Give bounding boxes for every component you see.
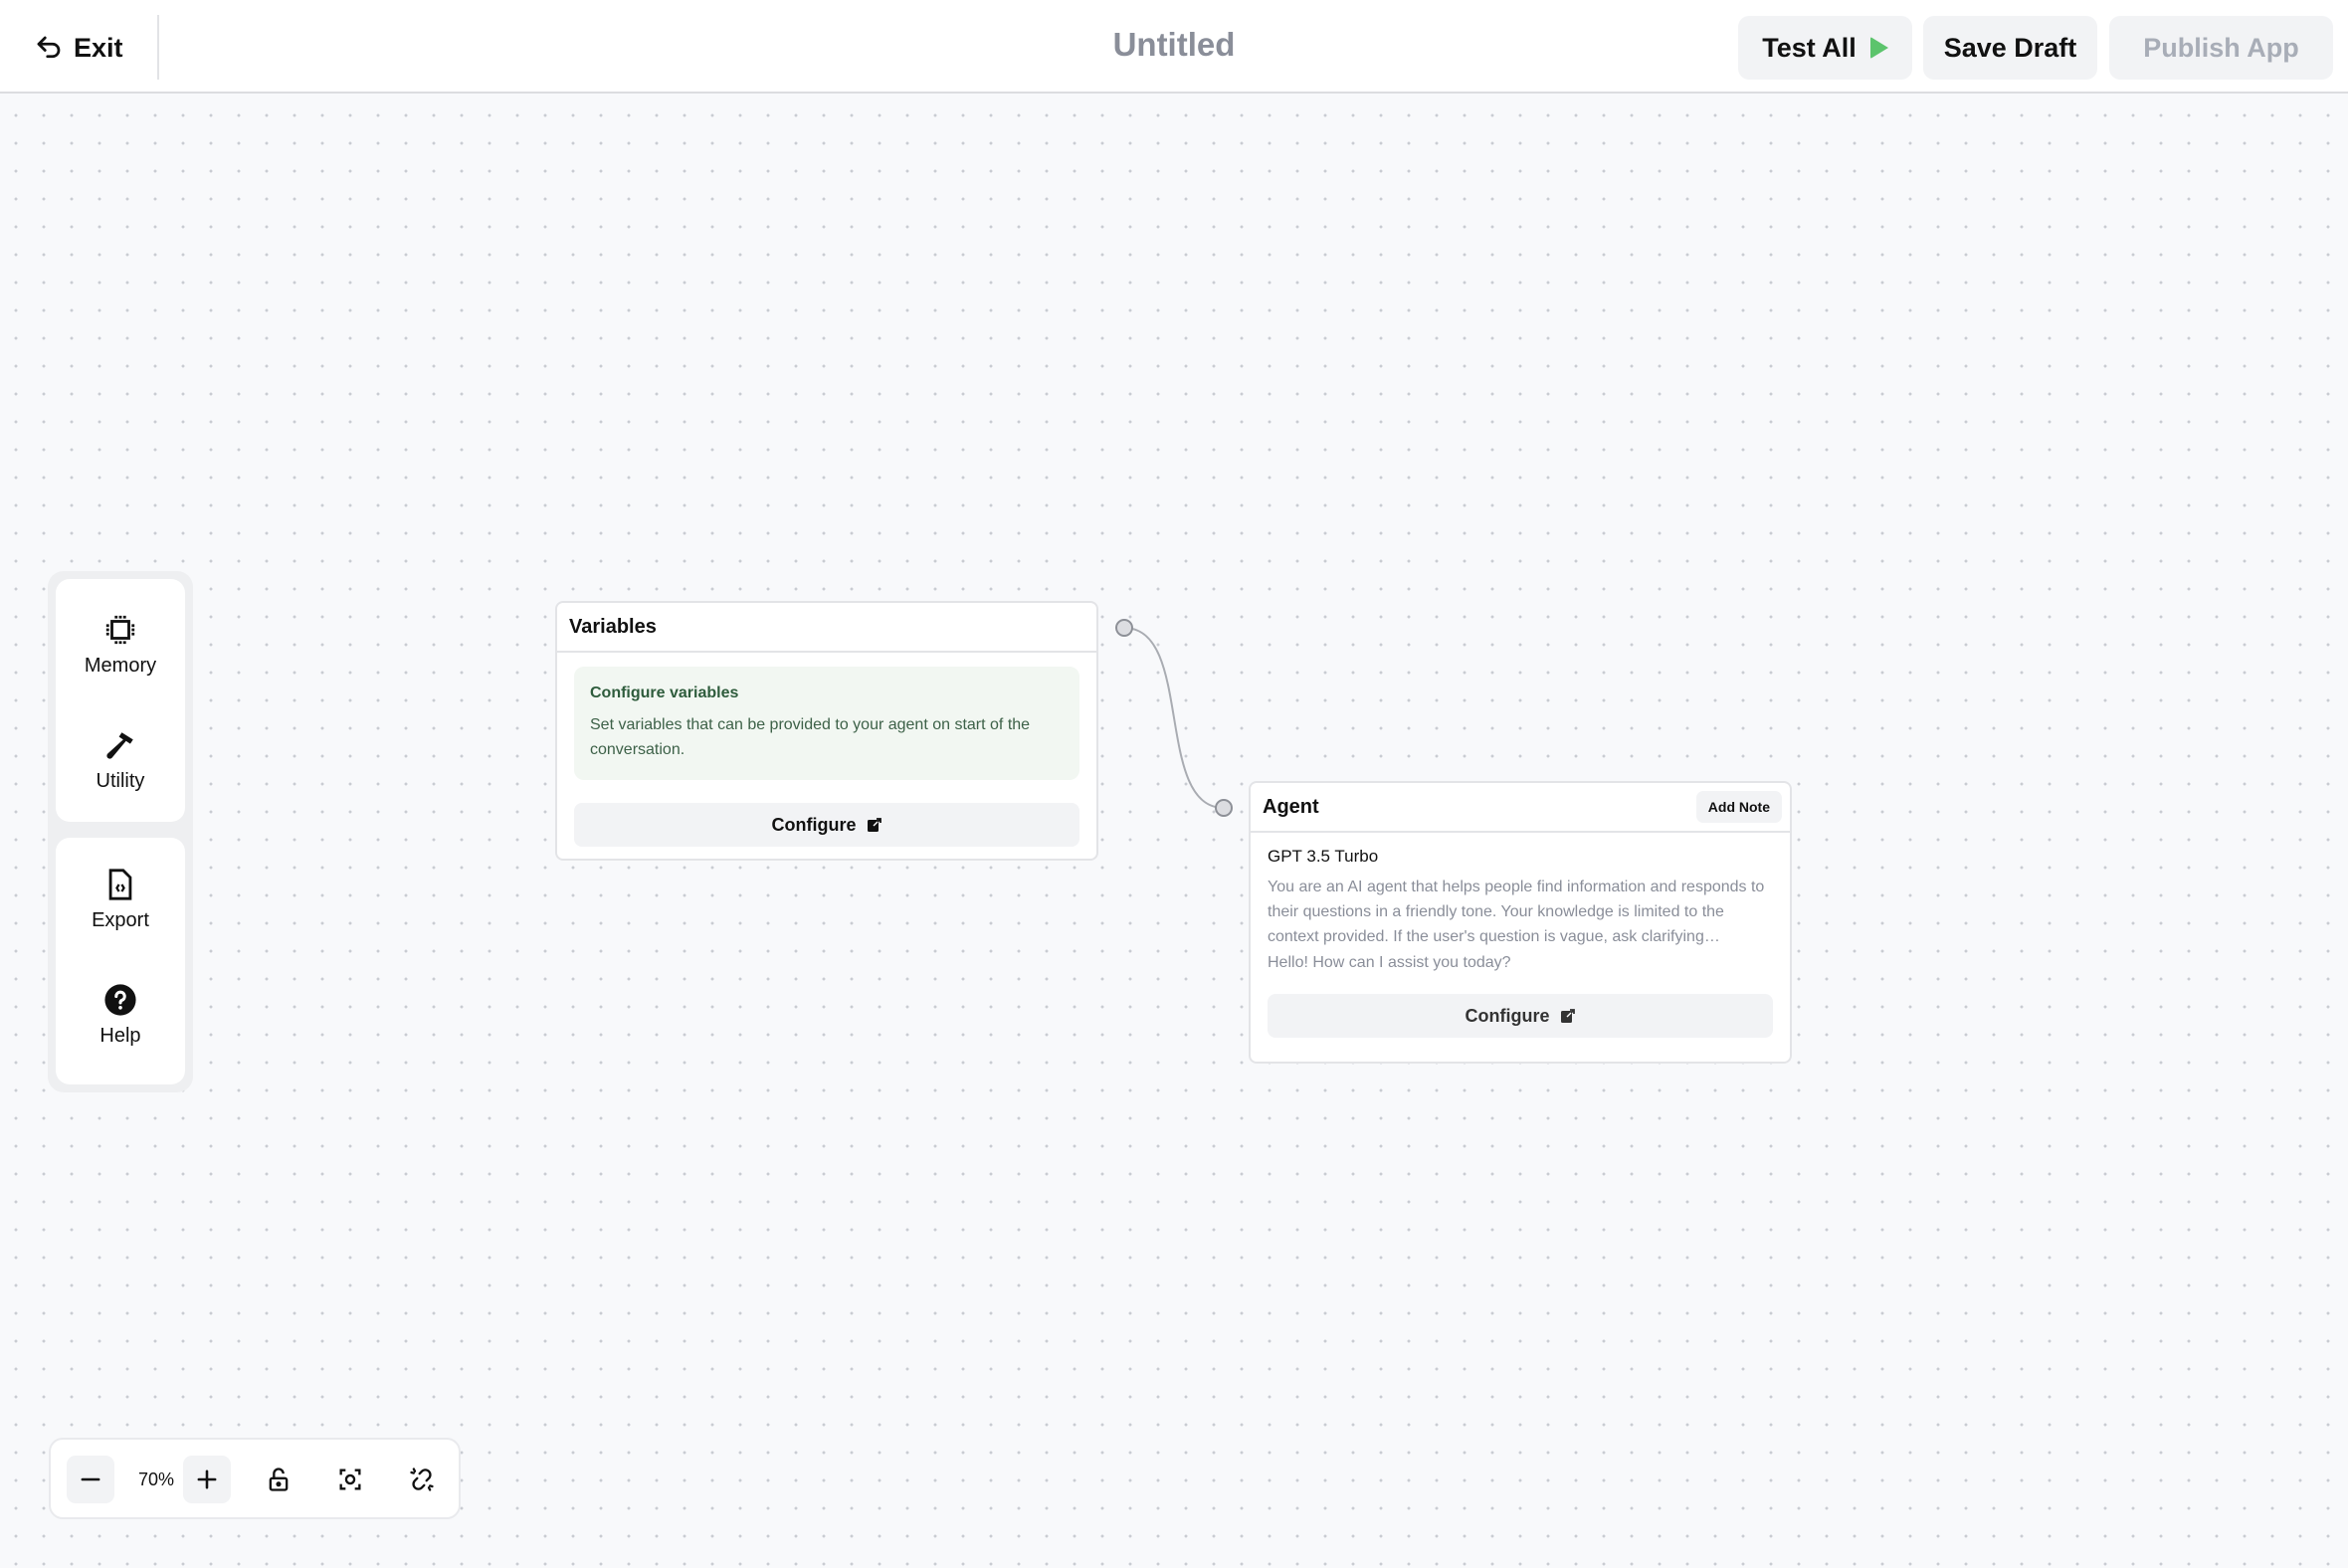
fit-view-icon — [339, 1469, 361, 1490]
plus-icon — [197, 1470, 217, 1489]
minus-icon — [81, 1477, 100, 1481]
question-circle-icon — [104, 983, 136, 1016]
flow-canvas[interactable] — [0, 94, 2348, 1568]
zoom-in-button[interactable] — [183, 1456, 231, 1503]
agent-prompt: You are an AI agent that helps people fi… — [1268, 879, 1765, 945]
variables-info-box: Configure variables Set variables that c… — [574, 667, 1079, 780]
sidebar-group-actions: Export Help — [56, 838, 185, 1084]
save-draft-label: Save Draft — [1943, 32, 2077, 63]
sidebar-item-utility[interactable]: Utility — [56, 710, 185, 810]
test-all-button[interactable]: Test All — [1738, 16, 1912, 80]
code-file-icon — [108, 868, 132, 900]
external-link-icon — [1560, 1009, 1575, 1023]
exit-button[interactable]: Exit — [34, 26, 123, 70]
unlink-icon — [410, 1468, 434, 1491]
sidebar-item-export[interactable]: Export — [56, 850, 185, 949]
add-note-button[interactable]: Add Note — [1695, 791, 1782, 823]
sidebar-item-label: Memory — [84, 654, 157, 677]
zoom-out-button[interactable] — [67, 1456, 114, 1503]
configure-label: Configure — [1465, 1005, 1550, 1026]
agent-node-header: Agent Add Note — [1251, 783, 1790, 833]
sidebar-item-help[interactable]: Help — [56, 965, 185, 1065]
cpu-chip-icon — [105, 615, 135, 644]
variables-node-header: Variables — [557, 603, 1096, 653]
sidebar-item-label: Export — [92, 908, 149, 931]
sidebar-item-label: Utility — [96, 769, 145, 792]
variables-info-title: Configure variables — [590, 685, 739, 701]
exit-label: Exit — [74, 32, 123, 63]
header-divider — [157, 15, 159, 80]
zoom-controls: 70% — [49, 1438, 461, 1519]
sidebar: Memory Utility Export Help — [48, 571, 193, 1092]
save-draft-button[interactable]: Save Draft — [1923, 16, 2097, 80]
sidebar-group-nodes: Memory Utility — [56, 579, 185, 822]
agent-configure-button[interactable]: Configure — [1268, 994, 1773, 1038]
variables-node-title: Variables — [569, 615, 657, 638]
agent-node[interactable]: Agent Add Note GPT 3.5 Turbo You are an … — [1249, 781, 1792, 1064]
publish-app-label: Publish App — [2143, 32, 2299, 63]
external-link-icon — [867, 818, 881, 832]
agent-node-body: GPT 3.5 Turbo You are an AI agent that h… — [1251, 833, 1790, 1038]
disconnect-button[interactable] — [398, 1456, 446, 1503]
variables-node[interactable]: Variables Configure variables Set variab… — [555, 601, 1098, 861]
hammer-icon — [106, 731, 133, 759]
agent-greeting: Hello! How can I assist you today? — [1268, 954, 1511, 971]
agent-model: GPT 3.5 Turbo — [1268, 847, 1379, 866]
sidebar-item-label: Help — [99, 1024, 141, 1047]
variables-configure-button[interactable]: Configure — [574, 803, 1079, 847]
publish-app-button[interactable]: Publish App — [2109, 16, 2333, 80]
zoom-level: 70% — [137, 1469, 175, 1489]
lock-toggle-button[interactable] — [255, 1456, 302, 1503]
play-icon — [1869, 37, 1888, 59]
test-all-label: Test All — [1762, 32, 1857, 63]
fit-view-button[interactable] — [326, 1456, 374, 1503]
undo-arrow-icon — [37, 36, 61, 59]
agent-node-title: Agent — [1263, 795, 1319, 818]
unlock-icon — [269, 1468, 289, 1491]
configure-label: Configure — [771, 814, 857, 835]
variables-info-text: Set variables that can be provided to yo… — [590, 716, 1031, 758]
sidebar-item-memory[interactable]: Memory — [56, 595, 185, 694]
top-bar: Exit Untitled Test All Save Draft Publis… — [0, 0, 2348, 94]
